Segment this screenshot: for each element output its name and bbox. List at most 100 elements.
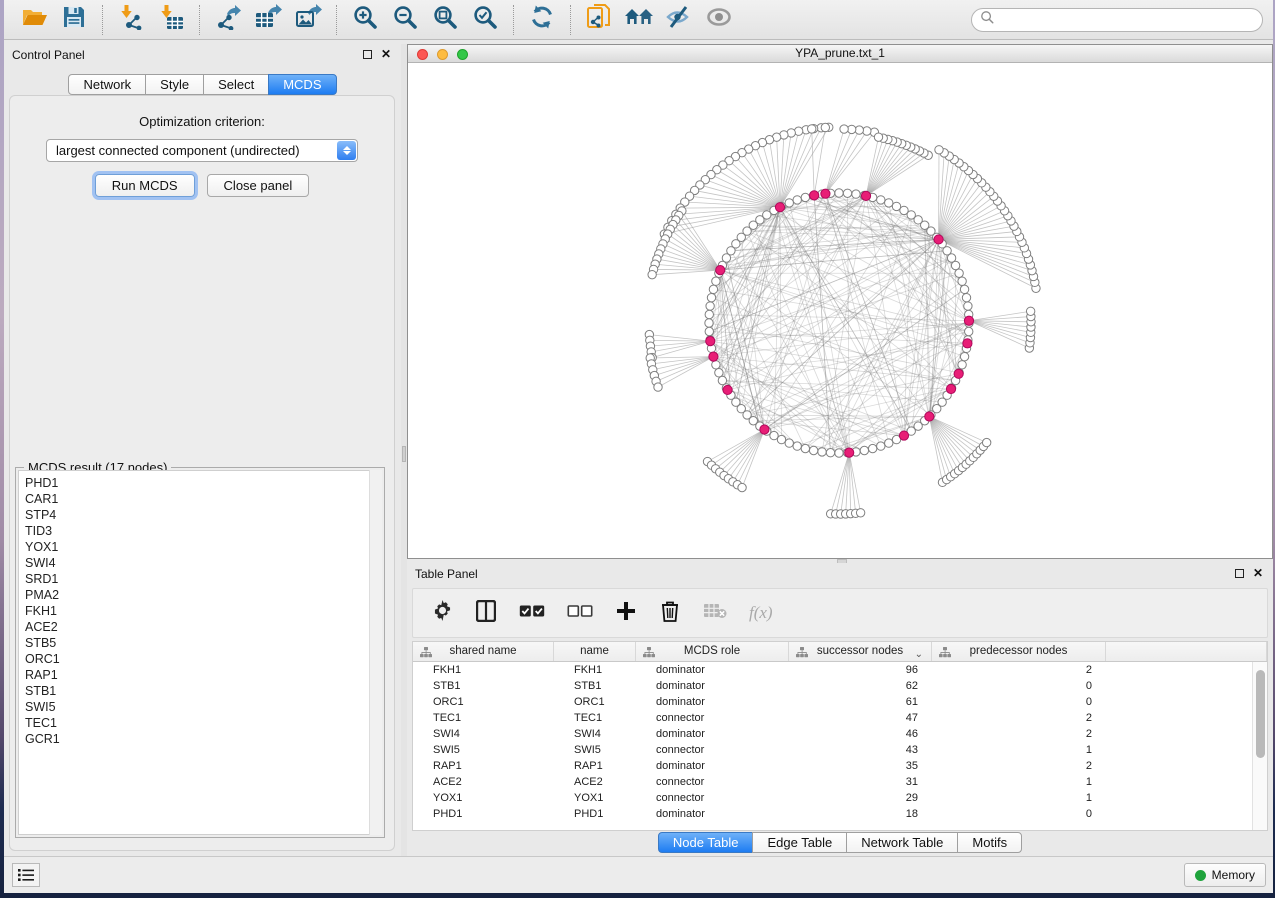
import-network-icon — [118, 4, 144, 35]
tab-motifs[interactable]: Motifs — [957, 832, 1022, 853]
list-item[interactable]: TID3 — [25, 523, 381, 539]
export-table-button[interactable] — [248, 4, 288, 36]
mcds-list-scrollbar[interactable] — [369, 470, 382, 835]
function-builder-button[interactable]: f(x) — [749, 600, 773, 626]
table-row[interactable]: RAP1RAP1dominator352 — [413, 758, 1252, 774]
import-network-button[interactable] — [111, 4, 151, 36]
list-item[interactable]: PMA2 — [25, 587, 381, 603]
splitter-grip[interactable] — [402, 446, 406, 462]
search-input[interactable] — [995, 11, 1262, 29]
add-row-button[interactable] — [615, 600, 637, 626]
export-network-button[interactable] — [208, 4, 248, 36]
table-tabs: Node TableEdge TableNetwork TableMotifs — [407, 832, 1273, 853]
save-button[interactable] — [54, 4, 94, 36]
export-image-button[interactable] — [288, 4, 328, 36]
table-panel-title: Table Panel — [415, 567, 478, 581]
memory-label: Memory — [1212, 868, 1255, 882]
close-panel-button[interactable]: Close panel — [207, 174, 310, 197]
zoom-fit-button[interactable] — [425, 4, 465, 36]
table-scrollbar-thumb[interactable] — [1256, 670, 1265, 758]
delete-table-button[interactable] — [703, 600, 727, 626]
memory-button[interactable]: Memory — [1184, 863, 1266, 887]
list-item[interactable]: YOX1 — [25, 539, 381, 555]
share-document-button[interactable] — [579, 4, 619, 36]
deselect-all-button[interactable] — [567, 600, 593, 626]
table-row[interactable]: FKH1FKH1dominator962 — [413, 662, 1252, 678]
criterion-select[interactable]: largest connected component (undirected) — [46, 139, 358, 162]
list-item[interactable]: TEC1 — [25, 715, 381, 731]
zoom-selected-button[interactable] — [465, 4, 505, 36]
minimize-window-icon[interactable] — [437, 49, 448, 60]
list-item[interactable]: RAP1 — [25, 667, 381, 683]
delete-row-button[interactable] — [659, 600, 681, 626]
tab-network[interactable]: Network — [68, 74, 146, 95]
close-window-icon[interactable] — [417, 49, 428, 60]
column-header-MCDS-role[interactable]: MCDS role — [636, 642, 789, 661]
list-item[interactable]: ACE2 — [25, 619, 381, 635]
table-cell: STB1 — [413, 678, 554, 694]
list-item[interactable]: SWI4 — [25, 555, 381, 571]
show-all-button[interactable] — [699, 4, 739, 36]
columns-button[interactable] — [475, 600, 497, 626]
table-row[interactable]: ORC1ORC1dominator610 — [413, 694, 1252, 710]
table-row[interactable]: SWI5SWI5connector431 — [413, 742, 1252, 758]
table-cell — [1106, 806, 1252, 822]
table-cell: 47 — [789, 710, 932, 726]
column-header-shared-name[interactable]: shared name — [413, 642, 554, 661]
hide-selected-button[interactable] — [659, 4, 699, 36]
close-table-panel-icon[interactable]: ✕ — [1253, 568, 1263, 578]
mcds-result-list[interactable]: PHD1CAR1STP4TID3YOX1SWI4SRD1PMA2FKH1ACE2… — [18, 470, 382, 835]
list-item[interactable]: CAR1 — [25, 491, 381, 507]
list-item[interactable]: ORC1 — [25, 651, 381, 667]
list-item[interactable]: PHD1 — [25, 475, 381, 491]
tab-mcds[interactable]: MCDS — [268, 74, 336, 95]
column-header-name[interactable]: name — [554, 642, 636, 661]
table-row[interactable]: STB1STB1dominator620 — [413, 678, 1252, 694]
table-cell: 0 — [932, 678, 1106, 694]
network-window-titlebar[interactable]: YPA_prune.txt_1 — [408, 45, 1272, 63]
table-row[interactable]: TEC1TEC1connector472 — [413, 710, 1252, 726]
table-row[interactable]: PHD1PHD1dominator180 — [413, 806, 1252, 822]
float-table-panel-icon[interactable] — [1235, 569, 1244, 578]
table-cell — [1106, 742, 1252, 758]
search-box[interactable] — [971, 8, 1263, 32]
tab-edge-table[interactable]: Edge Table — [752, 832, 847, 853]
select-stepper-icon — [337, 141, 356, 160]
table-row[interactable]: YOX1YOX1connector291 — [413, 790, 1252, 806]
table-cell: RAP1 — [554, 758, 636, 774]
run-mcds-button[interactable]: Run MCDS — [95, 174, 195, 197]
list-item[interactable]: GCR1 — [25, 731, 381, 747]
table-cell: ACE2 — [554, 774, 636, 790]
select-all-button[interactable] — [519, 600, 545, 626]
function-builder-icon: f(x) — [749, 603, 773, 623]
column-header-successor-nodes[interactable]: successor nodes⌄ — [789, 642, 932, 661]
table-row[interactable]: SWI4SWI4dominator462 — [413, 726, 1252, 742]
table-scrollbar[interactable] — [1252, 662, 1267, 830]
list-item[interactable]: FKH1 — [25, 603, 381, 619]
list-item[interactable]: SWI5 — [25, 699, 381, 715]
import-table-button[interactable] — [151, 4, 191, 36]
table-cell: dominator — [636, 694, 789, 710]
tab-network-table[interactable]: Network Table — [846, 832, 958, 853]
open-folder-button[interactable] — [14, 4, 54, 36]
zoom-in-button[interactable] — [345, 4, 385, 36]
tab-node-table[interactable]: Node Table — [658, 832, 754, 853]
float-panel-icon[interactable] — [363, 50, 372, 59]
tab-style[interactable]: Style — [145, 74, 204, 95]
tab-select[interactable]: Select — [203, 74, 269, 95]
task-history-button[interactable] — [12, 863, 40, 887]
table-cell: YOX1 — [554, 790, 636, 806]
settings-button[interactable] — [431, 600, 453, 626]
close-panel-icon[interactable]: ✕ — [381, 49, 391, 59]
column-header-predecessor-nodes[interactable]: predecessor nodes — [932, 642, 1106, 661]
zoom-out-button[interactable] — [385, 4, 425, 36]
network-graph-canvas[interactable] — [408, 63, 1272, 558]
list-item[interactable]: STP4 — [25, 507, 381, 523]
list-item[interactable]: STB5 — [25, 635, 381, 651]
table-row[interactable]: ACE2ACE2connector311 — [413, 774, 1252, 790]
maximize-window-icon[interactable] — [457, 49, 468, 60]
first-neighbors-button[interactable] — [619, 4, 659, 36]
list-item[interactable]: STB1 — [25, 683, 381, 699]
list-item[interactable]: SRD1 — [25, 571, 381, 587]
refresh-button[interactable] — [522, 4, 562, 36]
